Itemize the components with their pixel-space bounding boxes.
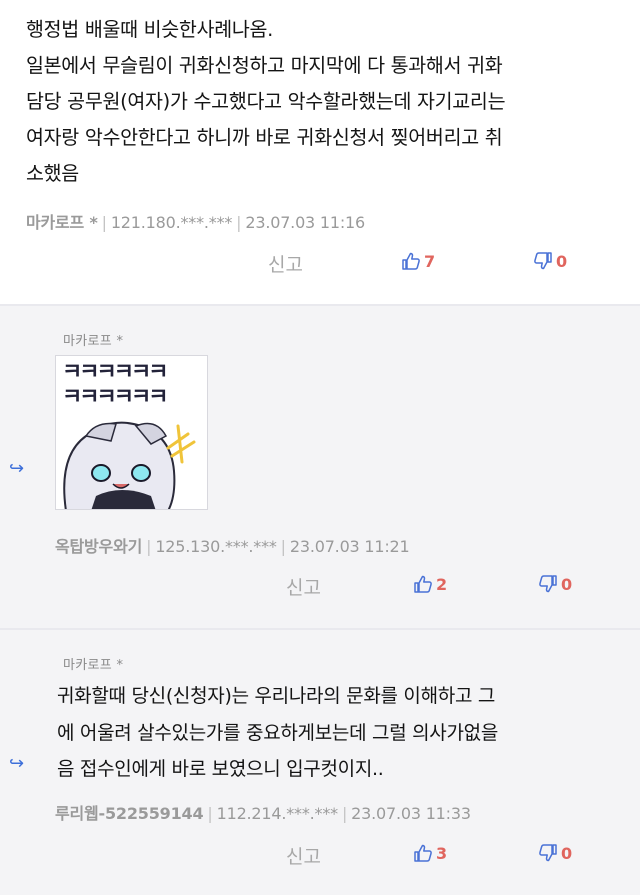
reply-target-author: 마카로프 * bbox=[63, 658, 124, 673]
like-count: 7 bbox=[424, 251, 436, 271]
reply-line: 귀화할때 당신(신청자)는 우리나라의 문화를 이해하고 그 bbox=[57, 685, 496, 707]
reply-timestamp: 23.07.03 11:21 bbox=[289, 537, 410, 556]
dislike-button[interactable]: 0 bbox=[533, 251, 567, 271]
reply-arrow-icon: ↪ bbox=[9, 458, 25, 479]
meta-separator: | bbox=[207, 804, 213, 823]
meta-separator: | bbox=[341, 804, 348, 823]
dislike-count: 0 bbox=[556, 251, 568, 271]
thumbs-up-icon bbox=[414, 844, 432, 862]
report-button[interactable]: 신고 bbox=[268, 250, 303, 277]
reply-author[interactable]: 루리웹-522559144 bbox=[55, 804, 204, 823]
report-button[interactable]: 신고 bbox=[286, 842, 321, 869]
reply-text: 귀화할때 당신(신청자)는 우리나라의 문화를 이해하고 그 에 어울려 살수있… bbox=[57, 678, 632, 788]
reply-comment: 마카로프 * ↪ 귀화할때 당신(신청자)는 우리나라의 문화를 이해하고 그 … bbox=[0, 630, 640, 895]
meta-separator: | bbox=[280, 537, 286, 556]
thumbs-down-icon bbox=[539, 575, 557, 593]
reply-line: 음 접수인에게 바로 보였으니 입구컷이지.. bbox=[57, 758, 384, 780]
sticker-character bbox=[63, 421, 196, 509]
reply-line: 에 어울려 살수있는가를 중요하게보는데 그럴 의사가없을 bbox=[57, 721, 499, 744]
sticker-text-line: ㅋㅋㅋㅋㅋㅋ bbox=[62, 360, 168, 385]
dislike-button[interactable]: 0 bbox=[538, 843, 572, 863]
meta-separator: | bbox=[146, 537, 152, 556]
meta-separator: | bbox=[236, 213, 242, 232]
like-button[interactable]: 3 bbox=[413, 843, 447, 863]
reply-ip: 112.214.***.*** bbox=[216, 804, 339, 823]
comment-ip: 121.180.***.*** bbox=[110, 213, 233, 232]
comment-line: 행정법 배울때 비슷한사례나옴. bbox=[26, 18, 274, 41]
reply-meta: 루리웹-522559144 | 112.214.***.*** | 23.07.03 1… bbox=[55, 800, 471, 824]
comment-author[interactable]: 마카로프 * bbox=[26, 213, 98, 232]
meta-separator: | bbox=[101, 213, 107, 232]
dislike-button[interactable]: 0 bbox=[538, 574, 572, 594]
comment-text: 행정법 배울때 비슷한사례나옴. 일본에서 무슬림이 귀화신청하고 마지막에 다… bbox=[26, 12, 626, 192]
reply-meta: 옥탑방우와기 | 125.130.***.*** | 23.07.03 11:21 bbox=[55, 533, 410, 557]
like-count: 2 bbox=[436, 574, 448, 594]
thumbs-up-icon bbox=[414, 575, 432, 593]
comment-line: 소했음 bbox=[26, 162, 79, 185]
like-count: 3 bbox=[436, 843, 448, 863]
comment-line: 여자랑 악수안한다고 하니까 바로 귀화신청서 찢어버리고 취 bbox=[26, 126, 503, 149]
reply-arrow-icon: ↪ bbox=[9, 753, 25, 774]
comment-line: 담당 공무원(여자)가 수고했다고 악수할라했는데 자기교리는 bbox=[26, 90, 506, 113]
reply-author[interactable]: 옥탑방우와기 bbox=[55, 537, 142, 556]
dislike-count: 0 bbox=[561, 574, 573, 594]
comment-timestamp: 23.07.03 11:16 bbox=[245, 213, 366, 232]
reply-ip: 125.130.***.*** bbox=[155, 537, 277, 556]
sticker-image: ㅋㅋㅋㅋㅋㅋ ㅋㅋㅋㅋㅋㅋ bbox=[55, 355, 208, 510]
thumbs-up-icon bbox=[402, 252, 420, 270]
thumbs-down-icon bbox=[539, 844, 557, 862]
thumbs-down-icon bbox=[534, 252, 552, 270]
reply-timestamp: 23.07.03 11:33 bbox=[351, 804, 471, 823]
report-button[interactable]: 신고 bbox=[286, 573, 321, 600]
like-button[interactable]: 2 bbox=[413, 574, 447, 594]
main-comment: 행정법 배울때 비슷한사례나옴. 일본에서 무슬림이 귀화신청하고 마지막에 다… bbox=[0, 0, 640, 304]
reply-target-author: 마카로프 * bbox=[63, 334, 124, 349]
comment-line: 일본에서 무슬림이 귀화신청하고 마지막에 다 통과해서 귀화 bbox=[26, 54, 503, 77]
comment-meta: 마카로프 * | 121.180.***.*** | 23.07.03 11:16 bbox=[26, 209, 365, 233]
dislike-count: 0 bbox=[561, 843, 573, 863]
like-button[interactable]: 7 bbox=[401, 251, 435, 271]
